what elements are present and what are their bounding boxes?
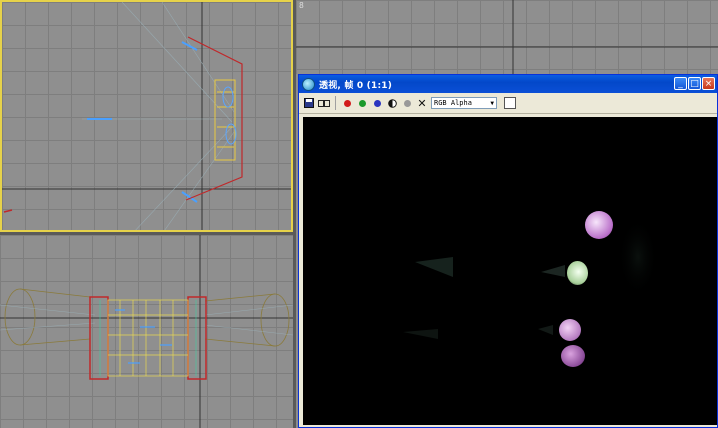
maximize-button[interactable]: □ <box>688 77 701 90</box>
render-sphere <box>585 211 613 239</box>
close-button[interactable]: × <box>702 77 715 90</box>
render-sphere <box>567 261 588 285</box>
blue-channel-icon[interactable] <box>371 97 383 109</box>
render-sphere <box>561 345 585 367</box>
top-viewport-wireframe <box>2 2 291 230</box>
mono-icon[interactable] <box>401 97 413 109</box>
left-viewport-wireframe <box>0 235 293 428</box>
render-window-title: 透视, 帧 0 (1:1) <box>319 80 393 91</box>
clear-icon[interactable]: ✕ <box>416 97 428 110</box>
channel-select-value: RGB Alpha <box>434 99 472 107</box>
toolbar-separator <box>335 96 336 110</box>
save-icon[interactable] <box>303 97 315 109</box>
viewport-front[interactable]: 8 <box>296 0 718 74</box>
chevron-down-icon: ▼ <box>490 99 494 107</box>
green-channel-icon[interactable] <box>356 97 368 109</box>
color-swatch[interactable] <box>504 97 516 109</box>
render-sphere <box>559 319 581 341</box>
render-glow-shapes <box>403 217 658 339</box>
viewport-left[interactable] <box>0 235 293 428</box>
clone-icon[interactable] <box>318 97 330 109</box>
app-icon <box>302 77 315 91</box>
front-viewport-wireframe <box>296 0 718 74</box>
viewport-top[interactable] <box>0 0 293 232</box>
render-canvas <box>303 117 717 425</box>
render-frame-window[interactable]: 透视, 帧 0 (1:1) _ □ × ✕ RGB Alpha ▼ <box>298 74 718 428</box>
red-channel-icon[interactable] <box>341 97 353 109</box>
minimize-button[interactable]: _ <box>674 77 687 90</box>
render-window-titlebar[interactable]: 透视, 帧 0 (1:1) _ □ × <box>299 75 717 93</box>
alpha-channel-icon[interactable] <box>386 97 398 109</box>
channel-select[interactable]: RGB Alpha ▼ <box>431 97 497 109</box>
render-toolbar: ✕ RGB Alpha ▼ <box>299 93 717 114</box>
